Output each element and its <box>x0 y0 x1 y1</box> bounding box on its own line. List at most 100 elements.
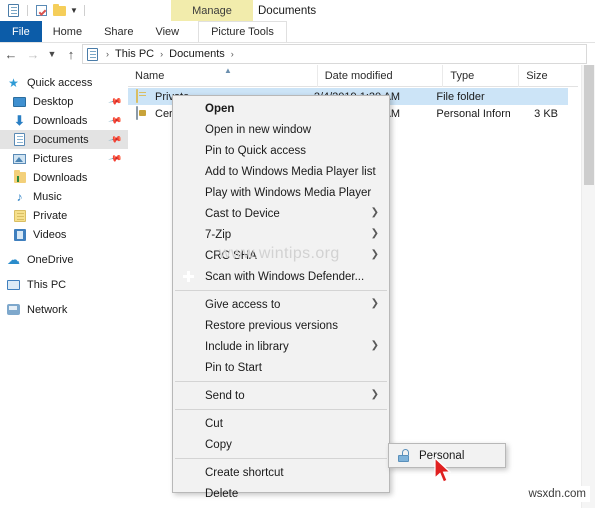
submenu-item-label: Personal <box>419 450 465 462</box>
menu-item-restore-previous-versions[interactable]: Restore previous versions <box>173 315 389 336</box>
quick-access-toolbar: ▼ <box>0 3 88 18</box>
sidebar-item-label: Videos <box>33 228 67 241</box>
network-icon <box>6 302 21 317</box>
shield-icon <box>182 270 196 284</box>
sidebar-item-this-pc[interactable]: This PC <box>0 275 128 294</box>
menu-item-label: Cast to Device <box>205 207 280 220</box>
breadcrumb-this-pc[interactable]: This PC <box>115 48 154 60</box>
menu-item-include-in-library[interactable]: Include in library ❯ <box>173 336 389 357</box>
menu-item-open[interactable]: Open <box>173 98 389 119</box>
download-arrow-icon: ⬇ <box>14 113 25 128</box>
menu-item-play-with-wmp[interactable]: Play with Windows Media Player <box>173 182 389 203</box>
menu-item-delete[interactable]: Delete <box>173 483 389 504</box>
desktop-icon <box>12 94 27 109</box>
sidebar-item-onedrive[interactable]: ☁ OneDrive <box>0 250 128 269</box>
submenu-item-personal[interactable]: Personal <box>389 446 505 466</box>
sidebar-item-desktop[interactable]: Desktop 📌 <box>0 92 128 111</box>
menu-item-rename[interactable]: Rename <box>173 504 389 508</box>
sidebar-item-label: Private <box>33 209 68 222</box>
menu-item-cut[interactable]: Cut <box>173 413 389 434</box>
menu-item-7-zip[interactable]: 7-Zip ❯ <box>173 224 389 245</box>
chevron-right-icon: ❯ <box>370 389 379 400</box>
sidebar-item-label: Music <box>33 190 62 203</box>
pin-icon[interactable]: 📌 <box>108 113 123 128</box>
file-size-cell: 3 KB <box>534 107 558 120</box>
pin-icon[interactable]: 📌 <box>108 94 123 109</box>
sidebar-item-private[interactable]: Private <box>0 206 128 225</box>
scrollbar-thumb[interactable] <box>584 65 594 185</box>
menu-item-open-in-new-window[interactable]: Open in new window <box>173 119 389 140</box>
file-ownership-submenu: Personal <box>388 443 506 468</box>
breadcrumb-separator-1: › <box>160 49 164 59</box>
menu-separator <box>175 458 387 459</box>
sidebar-item-music[interactable]: ♪ Music <box>0 187 128 206</box>
menu-item-label: Scan with Windows Defender... <box>205 270 365 283</box>
folder-download-icon <box>12 170 27 185</box>
toolbar-divider <box>27 5 28 16</box>
window-title: Documents <box>258 4 317 17</box>
menu-item-pin-to-start[interactable]: Pin to Start <box>173 357 389 378</box>
sidebar-item-label: Pictures <box>33 152 73 165</box>
tab-file[interactable]: File <box>0 21 42 42</box>
file-type-cell: Personal Informati... <box>436 107 511 120</box>
breadcrumb[interactable]: › This PC › Documents › <box>82 44 587 64</box>
cloud-icon: ☁ <box>7 252 20 267</box>
computer-icon <box>6 277 21 292</box>
menu-item-cast-to-device[interactable]: Cast to Device ❯ <box>173 203 389 224</box>
sidebar-item-label: Network <box>27 303 68 316</box>
sidebar-item-label: Documents <box>33 133 89 146</box>
column-header-type[interactable]: Type <box>443 64 520 87</box>
document-icon[interactable] <box>6 3 21 18</box>
column-header-size[interactable]: Size <box>519 65 578 87</box>
breadcrumb-documents[interactable]: Documents <box>169 48 225 60</box>
menu-item-add-to-wmp-list[interactable]: Add to Windows Media Player list <box>173 161 389 182</box>
menu-item-label: 7-Zip <box>205 228 232 241</box>
watermark-wsxdn: wsxdn.com <box>524 486 590 502</box>
folder-icon[interactable] <box>52 3 67 18</box>
folder-icon <box>12 208 27 223</box>
file-explorer-window: ▼ Manage Documents File Home Share View … <box>0 0 595 508</box>
tab-picture-tools[interactable]: Picture Tools <box>198 21 287 42</box>
checkmark-icon[interactable] <box>34 3 49 18</box>
address-bar: ← → ▼ ↑ › This PC › Documents › <box>0 43 595 65</box>
chevron-right-icon: ❯ <box>370 249 379 260</box>
forward-arrow-icon[interactable]: → <box>22 43 44 65</box>
menu-item-label: Send to <box>205 389 245 402</box>
menu-item-label: CRC SHA <box>205 249 257 262</box>
menu-separator <box>175 290 387 291</box>
vertical-scrollbar[interactable] <box>581 65 595 508</box>
menu-item-give-access-to[interactable]: Give access to ❯ <box>173 294 389 315</box>
menu-item-scan-with-windows-defender[interactable]: Scan with Windows Defender... <box>173 266 389 287</box>
menu-item-send-to[interactable]: Send to ❯ <box>173 385 389 406</box>
chevron-down-icon[interactable]: ▼ <box>44 43 60 65</box>
sidebar-item-label: Downloads <box>33 171 88 184</box>
menu-item-copy[interactable]: Copy <box>173 434 389 455</box>
chevron-right-icon: ❯ <box>370 228 379 239</box>
menu-item-create-shortcut[interactable]: Create shortcut <box>173 462 389 483</box>
tab-view[interactable]: View <box>144 21 190 42</box>
up-arrow-icon[interactable]: ↑ <box>60 43 82 65</box>
pin-icon[interactable]: 📌 <box>108 132 123 147</box>
music-note-icon: ♪ <box>16 189 23 204</box>
sidebar-item-downloads-folder[interactable]: Downloads <box>0 168 128 187</box>
tab-share[interactable]: Share <box>93 21 144 42</box>
chevron-right-icon: ❯ <box>370 207 379 218</box>
sidebar-item-network[interactable]: Network <box>0 300 128 319</box>
menu-item-pin-to-quick-access[interactable]: Pin to Quick access <box>173 140 389 161</box>
back-arrow-icon[interactable]: ← <box>0 43 22 65</box>
column-header-name[interactable]: Name ▲ <box>128 64 318 87</box>
dropdown-caret-icon[interactable]: ▼ <box>70 6 78 15</box>
sidebar-item-label: Desktop <box>33 95 74 108</box>
sidebar-item-downloads[interactable]: ⬇ Downloads 📌 <box>0 111 128 130</box>
column-header-date-modified[interactable]: Date modified <box>318 64 444 87</box>
tab-manage[interactable]: Manage <box>171 0 253 21</box>
menu-item-crc-sha[interactable]: CRC SHA ❯ <box>173 245 389 266</box>
tab-home[interactable]: Home <box>42 21 93 42</box>
file-size-cell <box>510 88 568 105</box>
column-header-row: Name ▲ Date modified Type Size <box>128 64 578 87</box>
sidebar-item-videos[interactable]: Videos <box>0 225 128 244</box>
sidebar-item-pictures[interactable]: Pictures 📌 <box>0 149 128 168</box>
sidebar-item-documents[interactable]: Documents 📌 <box>0 130 128 149</box>
sidebar-item-quick-access[interactable]: ★ Quick access <box>0 73 128 92</box>
pin-icon[interactable]: 📌 <box>108 151 123 166</box>
